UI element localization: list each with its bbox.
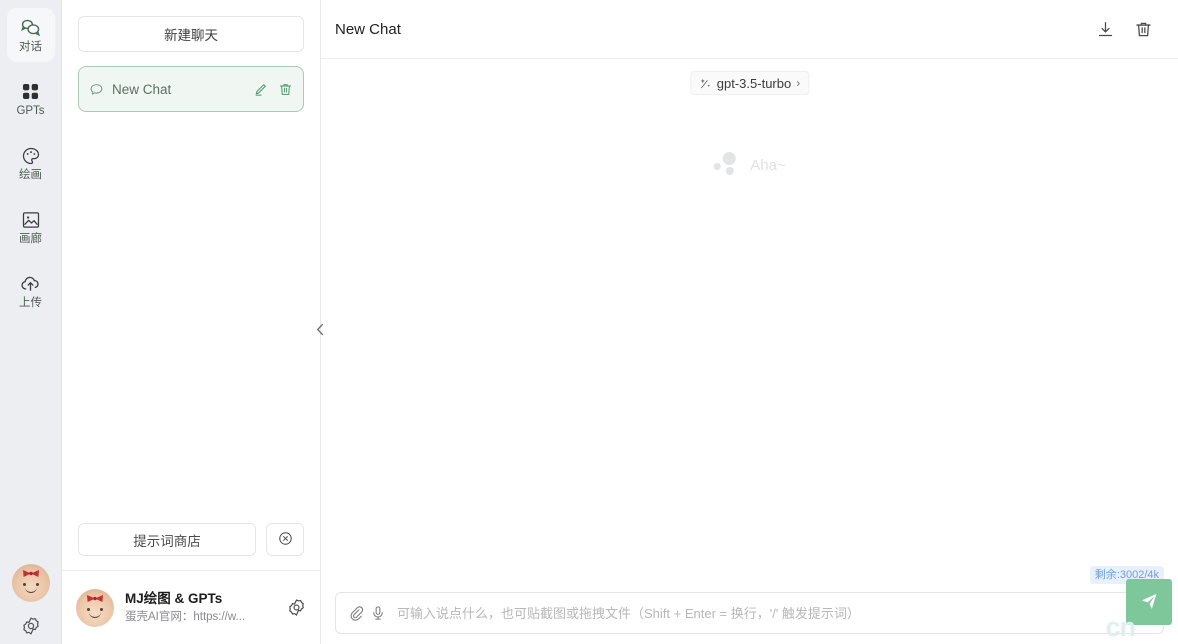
circle-x-icon xyxy=(278,531,293,549)
new-chat-wrap: 新建聊天 xyxy=(62,0,320,52)
rail-item-gallery[interactable]: 画廊 xyxy=(7,200,55,254)
promo-banner[interactable]: MJ绘图 & GPTs 蛋壳AI官网：https://w... xyxy=(62,570,320,644)
promo-avatar-eye-left xyxy=(87,607,90,611)
main-header: New Chat xyxy=(321,0,1178,59)
brand-watermark-text: Aha~ xyxy=(750,156,786,174)
rail-item-drawing[interactable]: 绘画 xyxy=(7,136,55,190)
cloud-upload-icon xyxy=(20,273,42,295)
rail-item-upload[interactable]: 上传 xyxy=(7,264,55,318)
conversation-list: New Chat xyxy=(62,52,320,513)
pencil-icon[interactable] xyxy=(253,82,268,97)
message-input[interactable] xyxy=(389,593,1163,633)
avatar-eye-left xyxy=(23,583,26,586)
rail-item-upload-label: 上传 xyxy=(19,296,42,309)
model-name: gpt-3.5-turbo xyxy=(716,75,792,91)
chat-bubbles-icon xyxy=(20,17,42,39)
conversation-title: New Chat xyxy=(112,81,172,97)
message-composer: cn xyxy=(335,579,1172,642)
chat-bubble-icon xyxy=(89,82,104,97)
image-gallery-icon xyxy=(20,209,42,231)
trash-icon[interactable] xyxy=(278,82,293,97)
main-panel: New Chat gpt-3.5-turbo › Aha~ 剩余:3002/4k… xyxy=(321,0,1178,644)
send-paper-plane-icon xyxy=(1139,591,1159,614)
trash-icon[interactable] xyxy=(1128,14,1158,44)
rail-item-gallery-label: 画廊 xyxy=(19,232,42,245)
download-icon[interactable] xyxy=(1090,14,1120,44)
model-sparkle-icon xyxy=(699,77,712,90)
rail-item-chat[interactable]: 对话 xyxy=(6,8,55,62)
conversation-item[interactable]: New Chat xyxy=(78,66,304,112)
rail-item-chat-label: 对话 xyxy=(19,40,42,53)
new-chat-button[interactable]: 新建聊天 xyxy=(78,16,304,52)
page-title: New Chat xyxy=(335,20,401,38)
rail-item-gpts-label: GPTs xyxy=(16,104,45,117)
promo-subtitle: 蛋壳AI官网：https://w... xyxy=(125,610,246,623)
left-rail: 对话 GPTs 绘画 画廊 上传 xyxy=(0,0,62,644)
send-button[interactable] xyxy=(1126,579,1172,625)
composer-zone: 剩余:3002/4k 可输入说点什么，也可贴截图或拖拽文件（Shift + En… xyxy=(321,566,1178,644)
conversation-panel: 新建聊天 New Chat 提示词商店 MJ绘图 & GPTs 蛋壳AI官网：h… xyxy=(62,0,323,644)
promo-text: MJ绘图 & GPTs 蛋壳AI官网：https://w... xyxy=(125,589,276,625)
chevron-left-icon xyxy=(315,323,326,341)
rail-item-drawing-label: 绘画 xyxy=(19,168,42,181)
rail-item-gpts[interactable]: GPTs xyxy=(7,72,55,126)
bow-decoration xyxy=(23,570,39,577)
chat-body: gpt-3.5-turbo › Aha~ xyxy=(321,59,1178,592)
chevron-right-icon: › xyxy=(796,76,801,90)
promo-title: MJ绘图 & GPTs xyxy=(125,591,223,607)
collapse-sidebar-button[interactable] xyxy=(311,315,329,349)
promo-avatar-mouth xyxy=(89,612,101,618)
bow-decoration xyxy=(87,594,103,602)
gear-icon[interactable] xyxy=(287,598,306,617)
rail-bottom-group xyxy=(0,564,62,636)
promo-avatar-eye-right xyxy=(100,607,103,611)
avatar-mouth xyxy=(25,587,37,593)
brand-watermark: Aha~ xyxy=(713,151,786,179)
brand-dots-icon xyxy=(713,151,741,179)
prompt-store-button[interactable]: 提示词商店 xyxy=(78,523,256,556)
prompt-store-row: 提示词商店 xyxy=(62,513,320,570)
avatar[interactable] xyxy=(12,564,50,602)
app-root: 对话 GPTs 绘画 画廊 上传 新建聊天 New Chat 提示词商店 MJ绘… xyxy=(0,0,1178,644)
clear-conversations-button[interactable] xyxy=(266,523,304,556)
model-selector[interactable]: gpt-3.5-turbo › xyxy=(689,71,810,95)
avatar-eye-right xyxy=(36,583,39,586)
palette-icon xyxy=(20,145,42,167)
gear-icon[interactable] xyxy=(21,616,41,636)
grid-squares-icon xyxy=(20,81,42,103)
microphone-icon[interactable] xyxy=(367,602,389,624)
promo-avatar xyxy=(76,588,114,627)
paperclip-icon[interactable] xyxy=(345,602,367,624)
